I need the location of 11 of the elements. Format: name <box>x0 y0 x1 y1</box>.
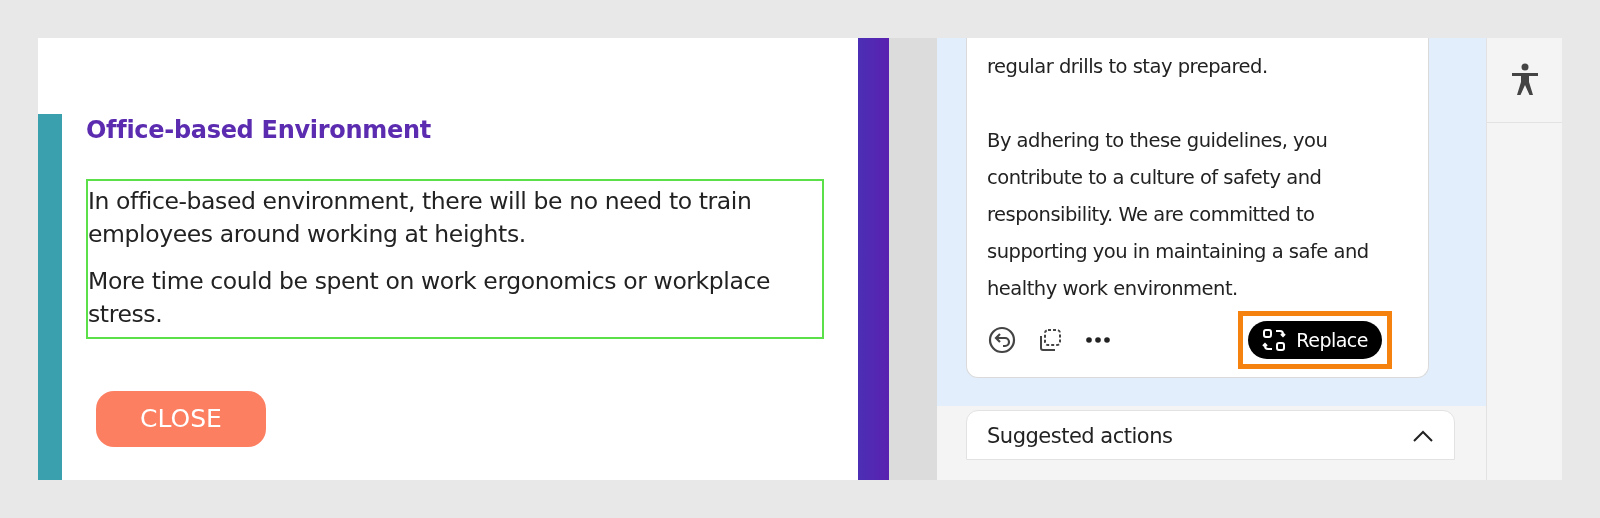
body-text: In office-based environment, there will be no need to train employees around working at heights. <box>88 185 753 250</box>
response-text: regular drills to stay prepared. <box>987 54 1269 80</box>
swap-icon <box>1262 328 1287 352</box>
section-title: Suggested actions <box>987 423 1173 449</box>
accessibility-icon[interactable] <box>1510 63 1539 97</box>
chevron-icon[interactable] <box>1412 429 1434 443</box>
body-text: More time could be spent on work ergonomics or workplace stress. <box>88 265 772 330</box>
undo-icon[interactable] <box>987 325 1017 355</box>
slide-heading: Office-based Environment <box>86 116 432 145</box>
replace-button[interactable]: Replace <box>1248 321 1382 359</box>
response-text: By adhering to these guidelines, you contribute to a culture of safety and responsibility. We are committed to supporting you in maintaining a safe and healthy work environment. <box>987 128 1370 302</box>
